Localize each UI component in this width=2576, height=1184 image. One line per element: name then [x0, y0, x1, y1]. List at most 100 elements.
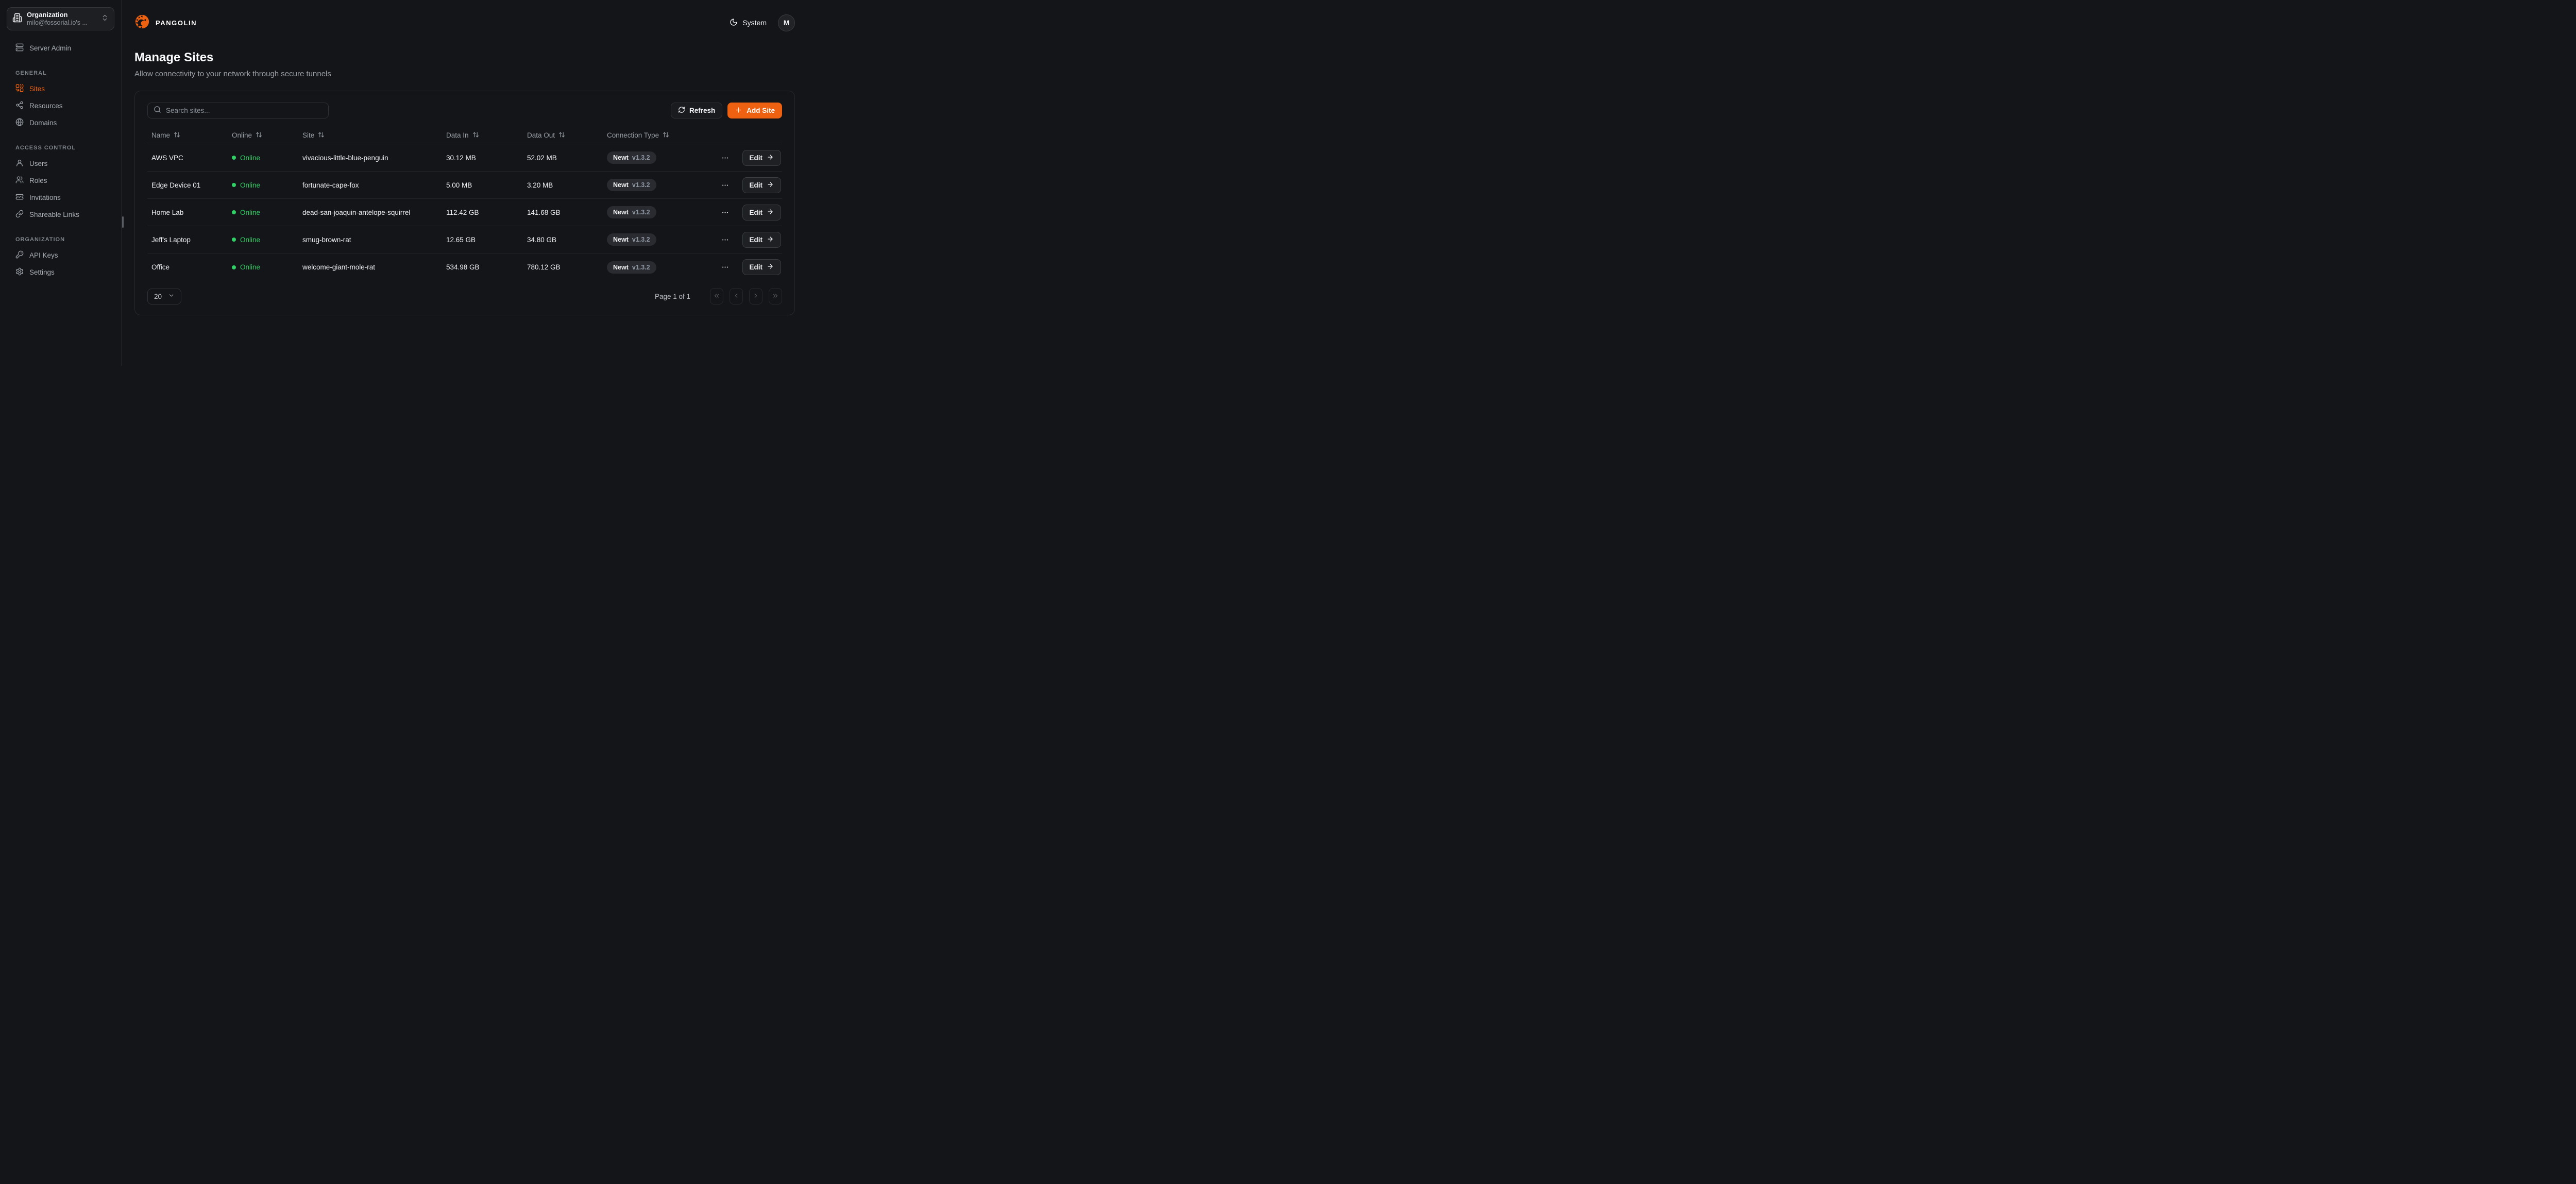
- cell-data-in: 534.98 GB: [442, 263, 523, 271]
- online-label: Online: [240, 181, 260, 189]
- main-content: PANGOLIN System M Manage Sites Allow con…: [122, 0, 808, 366]
- refresh-icon: [678, 106, 685, 115]
- search-icon: [154, 106, 161, 116]
- sidebar-item-shareable-links[interactable]: Shareable Links: [7, 206, 114, 223]
- column-header-label: Name: [151, 131, 170, 139]
- row-menu-button[interactable]: [721, 236, 729, 244]
- combine-icon: [15, 84, 24, 94]
- cell-connection-type: Newtv1.3.2: [603, 206, 721, 218]
- sidebar-item-api-keys[interactable]: API Keys: [7, 247, 114, 264]
- edit-button[interactable]: Edit: [742, 150, 782, 166]
- connection-type-name: Newt: [613, 209, 629, 216]
- search-box[interactable]: [147, 103, 329, 119]
- sidebar-item-label: Domains: [29, 119, 57, 127]
- next-page-button[interactable]: [749, 288, 762, 305]
- previous-page-button[interactable]: [730, 288, 743, 305]
- page-title: Manage Sites: [134, 50, 795, 65]
- sidebar-item-label: Shareable Links: [29, 211, 79, 218]
- column-header-site[interactable]: Site: [298, 131, 442, 140]
- cell-online: Online: [228, 209, 298, 216]
- edit-button-label: Edit: [750, 263, 763, 271]
- sidebar-item-server-admin[interactable]: Server Admin: [7, 40, 114, 57]
- pager-buttons: [710, 288, 782, 305]
- org-selector-label: Organization: [27, 11, 96, 19]
- sidebar-item-label: Users: [29, 160, 47, 167]
- edit-button[interactable]: Edit: [742, 259, 782, 275]
- sidebar-nav: Server Admin GENERAL Sites Resources Do: [7, 40, 114, 281]
- sidebar-item-label: Sites: [29, 85, 45, 93]
- sidebar-item-invitations[interactable]: Invitations: [7, 189, 114, 206]
- arrow-right-icon: [767, 235, 774, 244]
- edit-button-label: Edit: [750, 181, 763, 189]
- brand: PANGOLIN: [134, 14, 197, 32]
- sort-icon: [256, 131, 262, 140]
- scrollbar-thumb[interactable]: [122, 216, 124, 228]
- chevrons-left-icon: [713, 292, 720, 301]
- sidebar-item-settings[interactable]: Settings: [7, 264, 114, 281]
- column-header-data-out[interactable]: Data Out: [523, 131, 603, 140]
- page-head: Manage Sites Allow connectivity to your …: [134, 50, 795, 78]
- org-selector[interactable]: Organization milo@fossorial.io's ...: [7, 7, 114, 30]
- org-selector-texts: Organization milo@fossorial.io's ...: [27, 11, 96, 27]
- sites-table: Name Online Site Data In: [147, 127, 782, 281]
- chevron-right-icon: [752, 292, 759, 301]
- edit-button[interactable]: Edit: [742, 177, 782, 193]
- cell-data-in: 5.00 MB: [442, 181, 523, 189]
- table-header-row: Name Online Site Data In: [147, 127, 782, 144]
- sort-icon: [174, 131, 180, 140]
- row-menu-button[interactable]: [721, 154, 729, 162]
- column-header-online[interactable]: Online: [228, 131, 298, 140]
- sites-card: Refresh Add Site Name: [134, 91, 795, 315]
- row-menu-button[interactable]: [721, 263, 729, 271]
- add-site-button[interactable]: Add Site: [727, 103, 782, 119]
- column-header-label: Connection Type: [607, 131, 659, 139]
- row-menu-button[interactable]: [721, 181, 729, 189]
- sidebar-item-domains[interactable]: Domains: [7, 114, 114, 131]
- online-label: Online: [240, 263, 260, 271]
- connection-type-name: Newt: [613, 154, 629, 161]
- avatar[interactable]: M: [778, 14, 795, 31]
- row-actions: Edit: [721, 150, 783, 166]
- app-root: Organization milo@fossorial.io's ... Ser…: [0, 0, 808, 366]
- sidebar-item-label: Invitations: [29, 194, 61, 201]
- edit-button[interactable]: Edit: [742, 232, 782, 248]
- column-header-name[interactable]: Name: [147, 131, 228, 140]
- topbar-right: System M: [730, 14, 795, 31]
- table-row: Office Online welcome-giant-mole-rat 534…: [147, 253, 782, 281]
- topbar: PANGOLIN System M: [134, 0, 795, 37]
- last-page-button[interactable]: [769, 288, 782, 305]
- cell-site: fortunate-cape-fox: [298, 181, 442, 189]
- link-icon: [15, 210, 24, 219]
- column-header-connection-type[interactable]: Connection Type: [603, 131, 778, 140]
- sidebar-item-users[interactable]: Users: [7, 155, 114, 172]
- sidebar-item-roles[interactable]: Roles: [7, 172, 114, 189]
- edit-button[interactable]: Edit: [742, 205, 782, 221]
- connection-type-version: v1.3.2: [632, 154, 650, 161]
- column-header-label: Data In: [446, 131, 469, 139]
- page-subtitle: Allow connectivity to your network throu…: [134, 70, 795, 78]
- gear-icon: [15, 267, 24, 277]
- page-size-select[interactable]: 20: [147, 289, 181, 305]
- cell-site: welcome-giant-mole-rat: [298, 263, 442, 271]
- connection-type-version: v1.3.2: [632, 209, 650, 216]
- column-header-data-in[interactable]: Data In: [442, 131, 523, 140]
- online-dot: [232, 238, 236, 242]
- sidebar-item-sites[interactable]: Sites: [7, 80, 114, 97]
- sort-icon: [472, 131, 479, 140]
- table-row: AWS VPC Online vivacious-little-blue-pen…: [147, 144, 782, 172]
- theme-toggle[interactable]: System: [730, 18, 767, 28]
- cell-name: Edge Device 01: [147, 181, 228, 189]
- first-page-button[interactable]: [710, 288, 723, 305]
- table-row: Home Lab Online dead-san-joaquin-antelop…: [147, 199, 782, 226]
- cell-name: Jeff's Laptop: [147, 236, 228, 244]
- column-header-label: Site: [302, 131, 314, 139]
- search-input[interactable]: [166, 107, 323, 114]
- refresh-button[interactable]: Refresh: [671, 103, 722, 119]
- connection-type-version: v1.3.2: [632, 236, 650, 243]
- row-menu-button[interactable]: [721, 209, 729, 216]
- table-row: Edge Device 01 Online fortunate-cape-fox…: [147, 172, 782, 199]
- cell-data-out: 34.80 GB: [523, 236, 603, 244]
- sidebar-item-label: Roles: [29, 177, 47, 184]
- theme-toggle-label: System: [742, 19, 767, 27]
- sidebar-item-resources[interactable]: Resources: [7, 97, 114, 114]
